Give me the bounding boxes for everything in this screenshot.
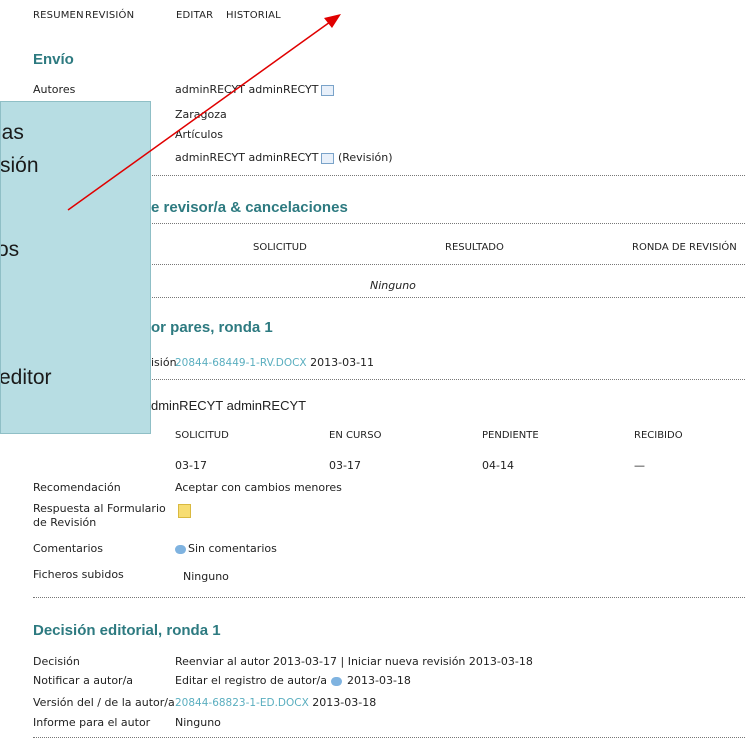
annotation-arrow (67, 14, 341, 211)
